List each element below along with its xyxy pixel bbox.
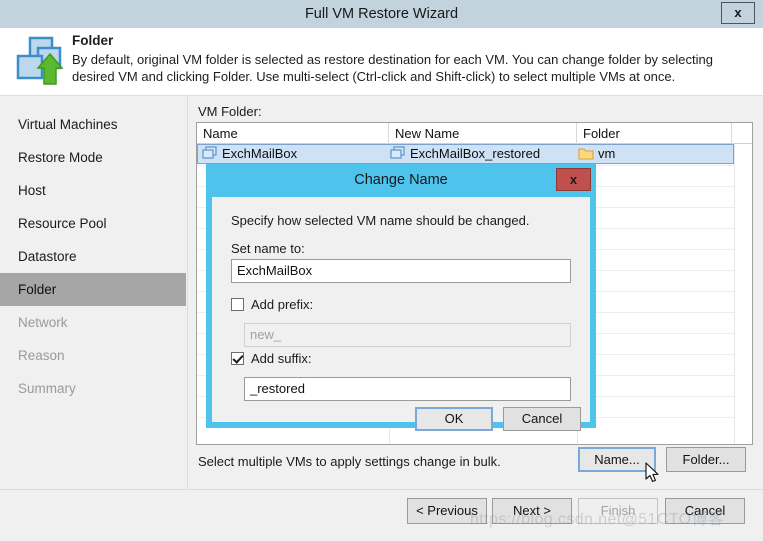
set-name-label: Set name to: <box>231 241 305 256</box>
add-prefix-label: Add prefix: <box>251 297 313 312</box>
sidebar-item-network: Network <box>0 306 186 339</box>
set-name-input[interactable]: ExchMailBox <box>231 259 571 283</box>
bulk-hint-text: Select multiple VMs to apply settings ch… <box>198 454 501 469</box>
column-header-new-name[interactable]: New Name <box>389 123 577 144</box>
window-titlebar: Full VM Restore Wizard x <box>0 0 763 29</box>
sidebar-item-summary: Summary <box>0 372 186 405</box>
cell-name-text: ExchMailBox <box>222 145 297 163</box>
column-header-name[interactable]: Name <box>197 123 389 144</box>
window-title: Full VM Restore Wizard <box>0 0 763 28</box>
cancel-button[interactable]: Cancel <box>665 498 745 524</box>
folder-icon <box>578 147 594 160</box>
add-prefix-checkbox[interactable] <box>231 298 244 311</box>
wizard-header: Folder By default, original VM folder is… <box>0 28 763 96</box>
sidebar-item-virtual-machines[interactable]: Virtual Machines <box>0 108 186 141</box>
folder-button[interactable]: Folder... <box>666 447 746 472</box>
sidebar-item-datastore[interactable]: Datastore <box>0 240 186 273</box>
vm-icon <box>202 146 218 161</box>
sidebar-item-host[interactable]: Host <box>0 174 186 207</box>
column-divider <box>734 144 735 445</box>
table-row[interactable]: ExchMailBox ExchMailBox_restored <box>197 144 734 164</box>
finish-button: Finish <box>578 498 658 524</box>
previous-button[interactable]: < Previous <box>407 498 487 524</box>
close-icon[interactable]: x <box>721 2 755 24</box>
add-prefix-row[interactable]: Add prefix: <box>231 297 313 312</box>
sidebar-item-resource-pool[interactable]: Resource Pool <box>0 207 186 240</box>
suffix-input[interactable]: _restored <box>244 377 571 401</box>
page-description: By default, original VM folder is select… <box>72 51 752 85</box>
sidebar-item-folder[interactable]: Folder <box>0 273 186 306</box>
sidebar-item-restore-mode[interactable]: Restore Mode <box>0 141 186 174</box>
name-button[interactable]: Name... <box>578 447 656 472</box>
vm-restore-icon <box>10 34 66 90</box>
add-suffix-label: Add suffix: <box>251 351 311 366</box>
cell-new-name-text: ExchMailBox_restored <box>410 145 540 163</box>
page-title: Folder <box>72 33 113 48</box>
change-name-dialog-body: Specify how selected VM name should be c… <box>212 197 590 422</box>
close-icon[interactable]: x <box>556 168 591 191</box>
change-name-dialog: Change Name x Specify how selected VM na… <box>206 164 596 428</box>
add-suffix-checkbox[interactable] <box>231 352 244 365</box>
vm-folder-label: VM Folder: <box>198 104 262 119</box>
dialog-ok-button[interactable]: OK <box>415 407 493 431</box>
sidebar-item-reason: Reason <box>0 339 186 372</box>
column-header-spacer <box>732 123 752 144</box>
vm-icon <box>390 146 406 161</box>
table-header-row: Name New Name Folder <box>197 123 752 144</box>
dialog-description: Specify how selected VM name should be c… <box>231 213 529 228</box>
full-vm-restore-wizard-window: Full VM Restore Wizard x Folder By defau… <box>0 0 763 541</box>
wizard-step-sidebar: Virtual Machines Restore Mode Host Resou… <box>0 96 188 541</box>
change-name-dialog-title: Change Name <box>206 164 596 197</box>
dialog-cancel-button[interactable]: Cancel <box>503 407 581 431</box>
add-suffix-row[interactable]: Add suffix: <box>231 351 311 366</box>
next-button[interactable]: Next > <box>492 498 572 524</box>
column-header-folder[interactable]: Folder <box>577 123 732 144</box>
prefix-input: new_ <box>244 323 571 347</box>
cell-folder-text: vm <box>598 145 615 163</box>
